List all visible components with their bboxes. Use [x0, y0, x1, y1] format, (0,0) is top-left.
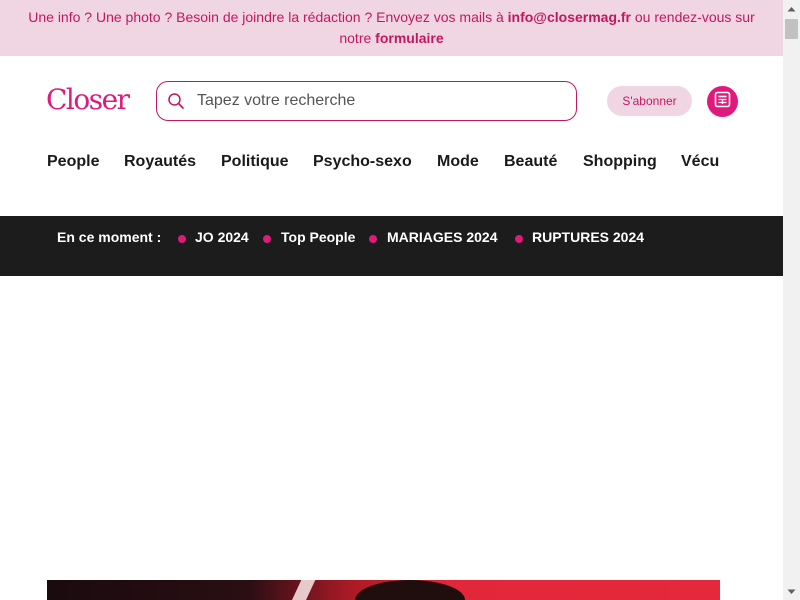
- trend-link-jo-2024[interactable]: JO 2024: [195, 229, 249, 245]
- trend-link-ruptures-2024[interactable]: RUPTURES 2024: [532, 229, 644, 245]
- page-viewport: Une info ? Une photo ? Besoin de joindre…: [0, 0, 783, 600]
- magazine-button[interactable]: [707, 86, 738, 117]
- site-logo[interactable]: Closer: [46, 83, 130, 116]
- image-person-silhouette: [355, 580, 465, 600]
- banner-text-before: Une info ? Une photo ? Besoin de joindre…: [28, 9, 508, 25]
- nav-item-politique[interactable]: Politique: [221, 153, 289, 171]
- trend-bullet: [178, 235, 186, 243]
- search-box[interactable]: [156, 81, 577, 121]
- scroll-up-arrow-icon[interactable]: [783, 0, 800, 17]
- nav-item-vecu[interactable]: Vécu: [681, 153, 719, 171]
- hero-article-image[interactable]: [47, 580, 720, 600]
- search-icon[interactable]: [167, 92, 185, 110]
- trend-bullet: [515, 235, 523, 243]
- vertical-scrollbar[interactable]: [783, 0, 800, 600]
- scrollbar-thumb[interactable]: [785, 19, 798, 39]
- trending-label: En ce moment :: [57, 229, 162, 245]
- nav-item-shopping[interactable]: Shopping: [583, 153, 657, 171]
- trend-bullet: [263, 235, 271, 243]
- newspaper-icon: [714, 91, 731, 113]
- nav-item-royautes[interactable]: Royautés: [124, 153, 196, 171]
- trend-link-mariages-2024[interactable]: MARIAGES 2024: [387, 229, 497, 245]
- ad-space: [0, 276, 783, 576]
- subscribe-button[interactable]: S'abonner: [607, 86, 692, 116]
- scroll-down-arrow-icon[interactable]: [783, 583, 800, 600]
- banner-form-link[interactable]: formulaire: [375, 30, 443, 46]
- trend-bullet: [369, 235, 377, 243]
- trending-bar: En ce moment : JO 2024 Top People MARIAG…: [0, 216, 783, 276]
- nav-item-psycho-sexo[interactable]: Psycho-sexo: [313, 153, 412, 171]
- info-banner: Une info ? Une photo ? Besoin de joindre…: [0, 0, 783, 56]
- search-input[interactable]: [197, 90, 567, 112]
- banner-email-link[interactable]: info@closermag.fr: [508, 9, 631, 25]
- nav-item-people[interactable]: People: [47, 153, 99, 171]
- nav-item-mode[interactable]: Mode: [437, 153, 479, 171]
- nav-item-beaute[interactable]: Beauté: [504, 153, 557, 171]
- image-light-streak: [282, 580, 316, 600]
- trend-link-top-people[interactable]: Top People: [281, 229, 355, 245]
